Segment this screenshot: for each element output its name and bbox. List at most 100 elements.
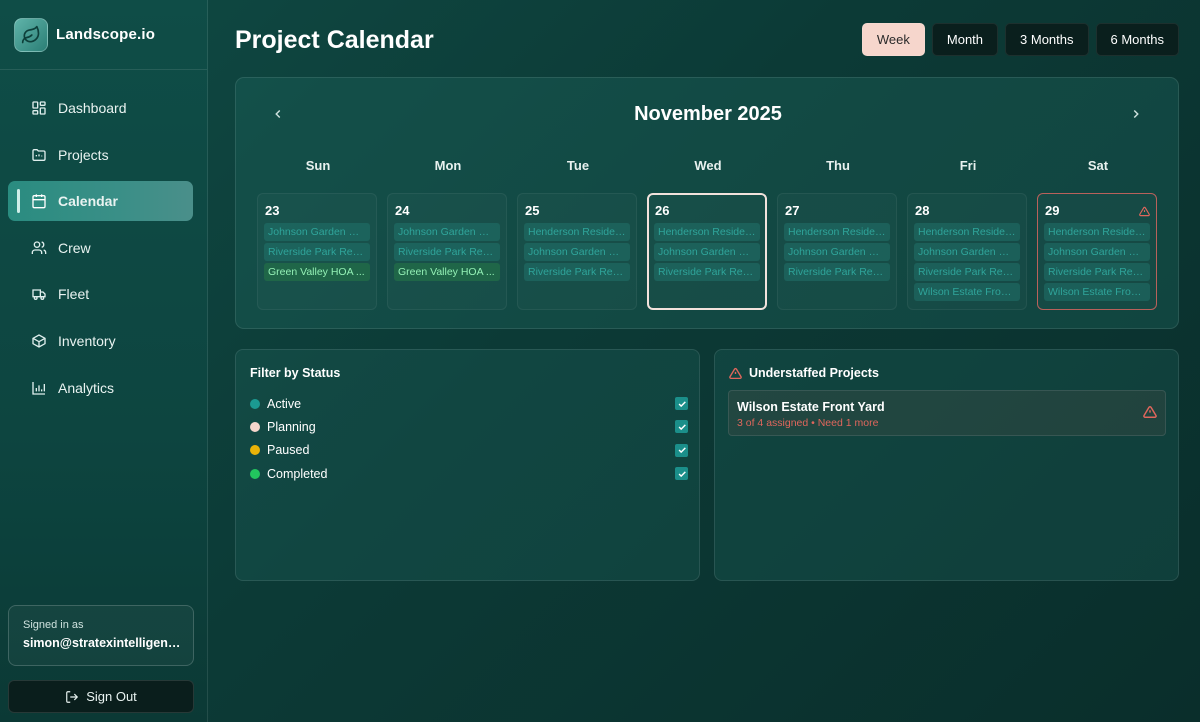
weekday-label: Fri (959, 158, 977, 173)
range-6-months-button[interactable]: 6 Months (1095, 23, 1179, 56)
status-dot (250, 398, 260, 409)
day-cell-23[interactable]: 23 Johnson Garden Re... Riverside Park R… (257, 193, 377, 310)
calendar-event[interactable]: Riverside Park Ren... (654, 263, 760, 281)
weekday-header: Sun Mon Tue Wed Thu Fri Sat (253, 158, 1163, 173)
calendar-event[interactable]: Johnson Garden Re... (654, 243, 760, 261)
status-label-group: Planning (250, 420, 316, 434)
status-dot (250, 468, 260, 479)
calendar-event[interactable]: Riverside Park Ren... (264, 243, 370, 261)
calendar-event[interactable]: Johnson Garden Re... (264, 223, 370, 241)
calendar-event[interactable]: Wilson Estate Front... (914, 283, 1020, 301)
calendar-event[interactable]: Johnson Garden Re... (1044, 243, 1150, 261)
status-label-group: Paused (250, 443, 309, 457)
sidebar-nav: Dashboard Projects Calendar Crew Fleet I… (0, 70, 207, 408)
sidebar-item-calendar[interactable]: Calendar (8, 181, 193, 222)
day-cell-29-understaffed[interactable]: 29 Henderson Residen... Johnson Garden R… (1037, 193, 1157, 310)
weekday-label: Thu (826, 158, 850, 173)
calendar-event[interactable]: Riverside Park Ren... (524, 263, 630, 281)
sidebar-item-inventory[interactable]: Inventory (8, 321, 193, 361)
page-title: Project Calendar (235, 26, 434, 54)
status-checkbox[interactable] (675, 467, 688, 481)
sidebar-item-label: Analytics (58, 379, 115, 396)
calendar-event[interactable]: Green Valley HOA ... (394, 263, 500, 281)
chevron-right-icon (1129, 107, 1143, 126)
day-cell-28[interactable]: 28 Henderson Residen... Johnson Garden R… (907, 193, 1027, 310)
calendar-event[interactable]: Henderson Residen... (1044, 223, 1150, 241)
weekday-label: Tue (566, 158, 590, 173)
calendar-event[interactable]: Henderson Residen... (914, 223, 1020, 241)
sidebar-item-analytics[interactable]: Analytics (8, 368, 193, 408)
status-filter-list: Active Planning Paused Completed (250, 392, 688, 485)
calendar-event[interactable]: Green Valley HOA ... (264, 263, 370, 281)
day-cell-25[interactable]: 25 Henderson Residen... Johnson Garden R… (517, 193, 637, 310)
warning-triangle-icon (729, 367, 742, 380)
status-label: Paused (267, 443, 310, 458)
calendar-event[interactable]: Johnson Garden Re... (784, 243, 890, 261)
box-icon (30, 332, 48, 350)
understaffed-project-item[interactable]: Wilson Estate Front Yard 3 of 4 assigned… (728, 390, 1166, 436)
sidebar-item-label: Inventory (58, 332, 116, 349)
calendar-event[interactable]: Wilson Estate Front... (1044, 283, 1150, 301)
sidebar-item-crew[interactable]: Crew (8, 228, 193, 268)
status-checkbox[interactable] (675, 443, 688, 457)
sidebar-item-label: Fleet (58, 286, 90, 303)
calendar-event[interactable]: Johnson Garden Re... (914, 243, 1020, 261)
truck-icon (30, 285, 48, 303)
filter-by-status-panel: Filter by Status Active Planning Paused (235, 349, 700, 581)
calendar-event[interactable]: Henderson Residen... (524, 223, 630, 241)
status-label: Planning (267, 419, 316, 434)
panel-title: Filter by Status (250, 366, 341, 380)
calendar-event[interactable]: Riverside Park Ren... (394, 243, 500, 261)
calendar-event[interactable]: Riverside Park Ren... (784, 263, 890, 281)
weekday-label: Sun (305, 158, 331, 173)
range-week-button[interactable]: Week (861, 23, 925, 56)
next-week-button[interactable] (1124, 104, 1148, 128)
calendar-event[interactable]: Riverside Park Ren... (914, 263, 1020, 281)
sign-out-button[interactable]: Sign Out (8, 680, 194, 713)
signed-in-label: Signed in as (23, 619, 84, 631)
status-checkbox[interactable] (675, 420, 688, 434)
sign-out-label: Sign Out (86, 689, 137, 704)
bar-chart-icon (30, 379, 48, 397)
calendar-icon (30, 192, 48, 210)
week-days: 23 Johnson Garden Re... Riverside Park R… (257, 193, 1157, 310)
calendar-event[interactable]: Johnson Garden Re... (394, 223, 500, 241)
status-label: Completed (267, 466, 328, 481)
status-filter-planning[interactable]: Planning (250, 415, 688, 438)
status-label: Active (267, 396, 302, 411)
warning-triangle-icon (1143, 405, 1157, 424)
status-filter-active[interactable]: Active (250, 392, 688, 415)
sidebar-item-label: Crew (58, 239, 91, 256)
day-number: 23 (265, 203, 280, 218)
status-filter-paused[interactable]: Paused (250, 439, 688, 462)
status-checkbox[interactable] (675, 397, 688, 411)
range-month-button[interactable]: Month (931, 23, 999, 56)
project-name: Wilson Estate Front Yard (737, 400, 885, 414)
warning-triangle-icon (1139, 204, 1150, 222)
day-cell-27[interactable]: 27 Henderson Residen... Johnson Garden R… (777, 193, 897, 310)
panel-title: Understaffed Projects (749, 366, 879, 380)
brand[interactable]: Landscope.io (0, 0, 207, 70)
sidebar-item-fleet[interactable]: Fleet (8, 274, 193, 314)
sidebar-item-label: Projects (58, 146, 109, 163)
day-cell-24[interactable]: 24 Johnson Garden Re... Riverside Park R… (387, 193, 507, 310)
day-cell-26-today[interactable]: 26 Henderson Residen... Johnson Garden R… (647, 193, 767, 310)
weekday-label: Sat (1087, 158, 1109, 173)
range-3-months-button[interactable]: 3 Months (1005, 23, 1089, 56)
calendar-month-label: November 2025 (634, 103, 782, 125)
calendar-event[interactable]: Riverside Park Ren... (1044, 263, 1150, 281)
day-number: 25 (525, 203, 540, 218)
calendar-card: November 2025 Sun Mon Tue Wed Thu Fri Sa… (235, 77, 1179, 329)
sidebar-item-dashboard[interactable]: Dashboard (8, 88, 193, 128)
status-filter-completed[interactable]: Completed (250, 462, 688, 485)
calendar-event[interactable]: Henderson Residen... (654, 223, 760, 241)
weekday-label: Mon (434, 158, 462, 173)
day-number: 29 (1045, 203, 1060, 218)
day-number: 27 (785, 203, 800, 218)
sidebar-item-projects[interactable]: Projects (8, 135, 193, 175)
status-dot (250, 421, 260, 432)
calendar-event[interactable]: Henderson Residen... (784, 223, 890, 241)
dashboard-grid-icon (30, 99, 48, 117)
calendar-event[interactable]: Johnson Garden Re... (524, 243, 630, 261)
app-name: Landscope.io (56, 26, 156, 43)
